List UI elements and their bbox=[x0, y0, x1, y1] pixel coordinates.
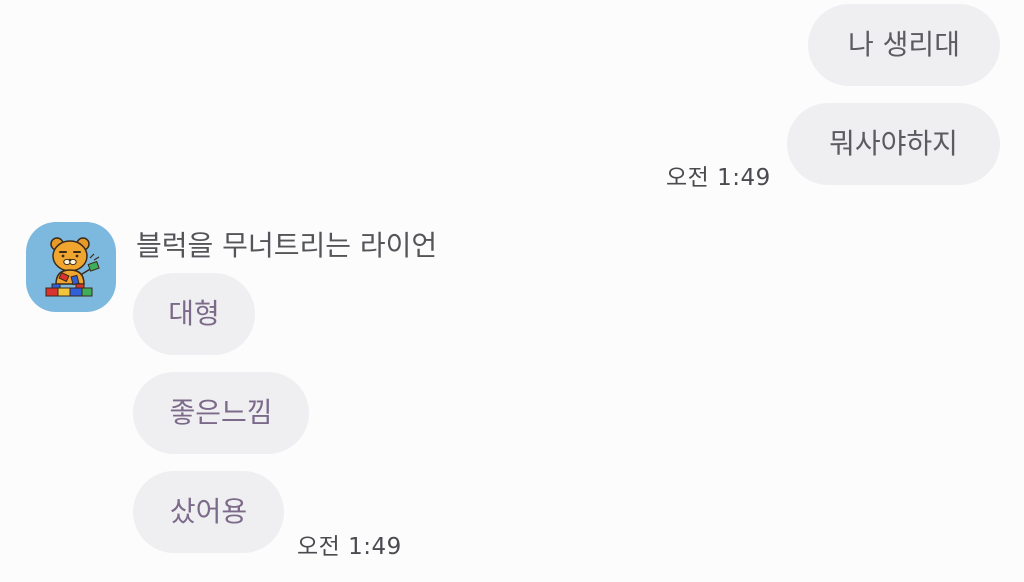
sender-name: 블럭을 무너트리는 라이언 bbox=[136, 229, 438, 262]
incoming-message-bubble[interactable]: 대형 bbox=[133, 273, 255, 355]
ryan-character-avatar-icon bbox=[45, 237, 100, 297]
sender-avatar[interactable] bbox=[26, 222, 116, 312]
outgoing-message-bubble[interactable]: 뭐사야하지 bbox=[787, 103, 1000, 185]
outgoing-timestamp: 오전 1:49 bbox=[666, 165, 771, 191]
outgoing-message-bubble[interactable]: 나 생리대 bbox=[808, 4, 1000, 86]
incoming-message-bubble[interactable]: 좋은느낌 bbox=[133, 372, 309, 454]
chat-window: 나 생리대 뭐사야하지 오전 1:49 블럭을 무너트리는 라이언 대형 좋은느… bbox=[0, 0, 1024, 582]
incoming-timestamp: 오전 1:49 bbox=[297, 534, 402, 560]
incoming-message-bubble[interactable]: 샀어용 bbox=[133, 471, 284, 553]
